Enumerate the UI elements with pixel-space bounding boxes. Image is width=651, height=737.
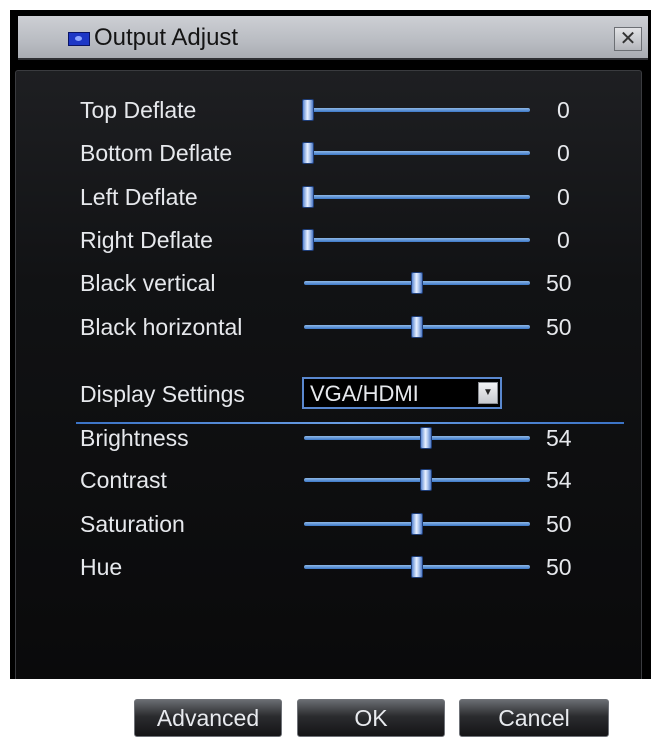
hue-value: 50 — [546, 554, 572, 580]
black-horizontal-slider-handle[interactable] — [411, 316, 423, 338]
bottom-deflate-value: 0 — [557, 140, 570, 166]
output-adjust-dialog: Output Adjust ✕ Top Deflate 0 Bottom Defla… — [10, 10, 651, 737]
contrast-slider-track[interactable] — [304, 478, 530, 482]
right-deflate-slider-handle[interactable] — [302, 229, 314, 251]
chevron-down-icon[interactable]: ▼ — [478, 382, 498, 404]
hue-slider-handle[interactable] — [411, 556, 423, 578]
black-vertical-value: 50 — [546, 270, 572, 296]
close-button[interactable]: ✕ — [614, 27, 642, 51]
left-deflate-value: 0 — [557, 184, 570, 210]
right-deflate-slider-track[interactable] — [304, 238, 530, 242]
contrast-value: 54 — [546, 467, 572, 493]
contrast-slider-handle[interactable] — [420, 469, 433, 491]
settings-panel: Top Deflate 0 Bottom Deflate 0 Left Deflate 0… — [15, 70, 642, 737]
black-horizontal-value: 50 — [546, 314, 572, 340]
left-deflate-slider-track[interactable] — [304, 195, 530, 199]
window-icon — [68, 32, 90, 46]
hue-label: Hue — [80, 554, 123, 580]
display-settings-value: VGA/HDMI — [310, 381, 419, 406]
advanced-button[interactable]: Advanced — [134, 699, 282, 737]
ok-button[interactable]: OK — [297, 699, 445, 737]
saturation-value: 50 — [546, 511, 572, 537]
display-settings-select[interactable]: VGA/HDMI ▼ — [302, 377, 502, 409]
brightness-value: 54 — [546, 425, 572, 451]
brightness-slider-handle[interactable] — [420, 427, 433, 449]
bottom-deflate-label: Bottom Deflate — [80, 140, 233, 166]
top-deflate-value: 0 — [557, 97, 570, 123]
bottom-deflate-slider-track[interactable] — [304, 151, 530, 155]
right-deflate-label: Right Deflate — [80, 227, 213, 253]
right-deflate-value: 0 — [557, 227, 570, 253]
top-deflate-slider-track[interactable] — [304, 108, 530, 112]
brightness-slider-track[interactable] — [304, 436, 530, 440]
left-deflate-slider-handle[interactable] — [302, 186, 314, 208]
bottom-deflate-slider-handle[interactable] — [302, 142, 314, 164]
section-divider — [76, 422, 624, 424]
window-title: Output Adjust — [94, 24, 239, 51]
black-vertical-label: Black vertical — [80, 270, 216, 296]
black-horizontal-label: Black horizontal — [80, 314, 243, 340]
saturation-label: Saturation — [80, 511, 185, 537]
title-bar: Output Adjust ✕ — [18, 16, 648, 60]
left-deflate-label: Left Deflate — [80, 184, 198, 210]
display-settings-label: Display Settings — [80, 381, 245, 407]
top-deflate-label: Top Deflate — [80, 97, 197, 123]
black-vertical-slider-handle[interactable] — [411, 272, 423, 294]
saturation-slider-handle[interactable] — [411, 513, 423, 535]
cancel-button[interactable]: Cancel — [459, 699, 609, 737]
contrast-label: Contrast — [80, 467, 167, 493]
brightness-label: Brightness — [80, 425, 189, 451]
top-deflate-slider-handle[interactable] — [302, 99, 314, 121]
